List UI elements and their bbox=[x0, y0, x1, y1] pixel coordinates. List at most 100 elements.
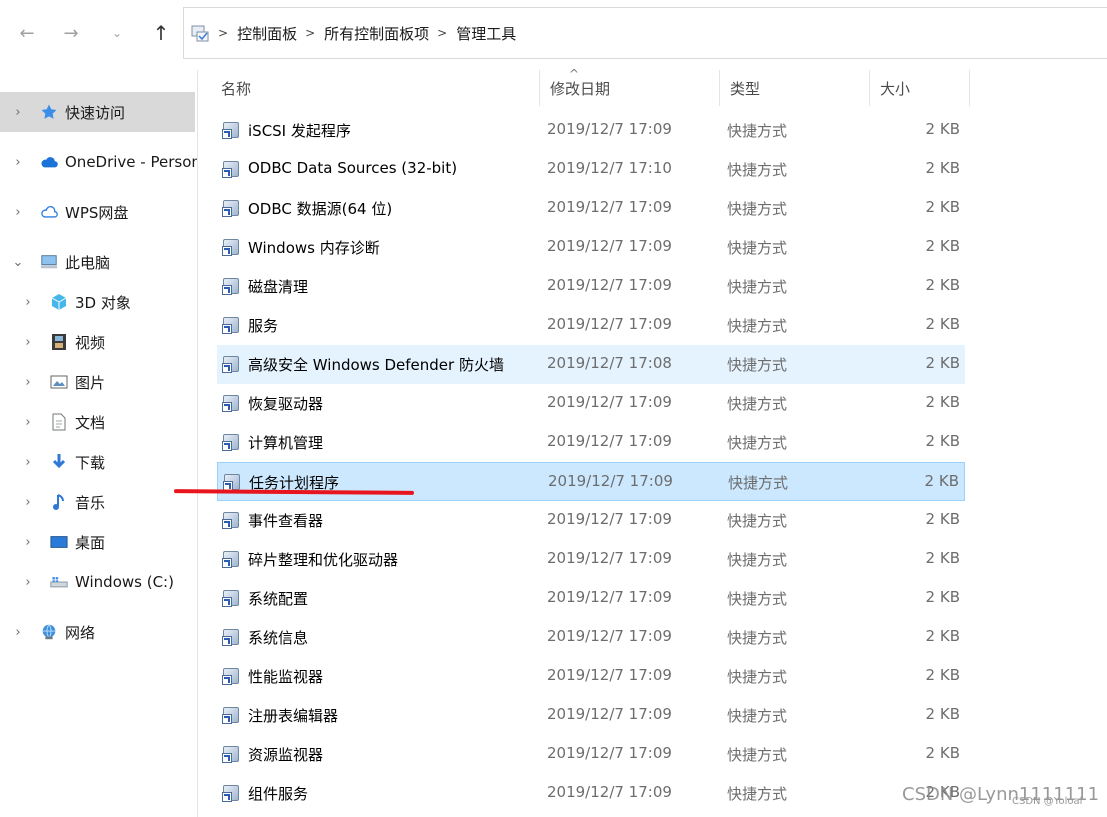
sidebar-item-label: 文档 bbox=[75, 413, 106, 432]
column-name-header[interactable]: 名称 bbox=[211, 70, 540, 106]
file-type: 快捷方式 bbox=[727, 278, 788, 296]
file-row[interactable]: 系统信息 2019/12/7 17:09 快捷方式 2 KB bbox=[217, 618, 965, 657]
sidebar-item[interactable]: › 下载 bbox=[0, 442, 195, 482]
file-name: 碎片整理和优化驱动器 bbox=[248, 551, 399, 569]
file-size: 2 KB bbox=[925, 276, 960, 294]
component-services-icon bbox=[222, 784, 240, 802]
up-button[interactable]: ↑ bbox=[148, 20, 174, 46]
file-row[interactable]: 注册表编辑器 2019/12/7 17:09 快捷方式 2 KB bbox=[217, 696, 965, 735]
chevron-right-icon[interactable]: › bbox=[21, 575, 35, 590]
file-row[interactable]: Windows 内存诊断 2019/12/7 17:09 快捷方式 2 KB bbox=[217, 228, 965, 267]
file-type: 快捷方式 bbox=[727, 200, 788, 218]
breadcrumb-separator-icon: > bbox=[218, 26, 229, 40]
file-row[interactable]: 资源监视器 2019/12/7 17:09 快捷方式 2 KB bbox=[217, 735, 965, 774]
sidebar-item[interactable]: › 桌面 bbox=[0, 522, 195, 562]
file-row[interactable]: ODBC Data Sources (32-bit) 2019/12/7 17:1… bbox=[217, 150, 965, 189]
chevron-right-icon[interactable]: › bbox=[11, 105, 25, 120]
breadcrumb-item[interactable]: 管理工具 bbox=[456, 23, 516, 44]
file-size: 2 KB bbox=[925, 393, 960, 411]
file-type: 快捷方式 bbox=[727, 629, 788, 647]
address-bar[interactable]: > 控制面板 > 所有控制面板项 > 管理工具 bbox=[183, 7, 1107, 59]
file-date: 2019/12/7 17:08 bbox=[547, 354, 672, 372]
sidebar-item[interactable]: › 文档 bbox=[0, 402, 195, 442]
file-row[interactable]: 计算机管理 2019/12/7 17:09 快捷方式 2 KB bbox=[217, 423, 965, 462]
chevron-right-icon[interactable]: › bbox=[21, 415, 35, 430]
recent-locations-button[interactable]: ⌄ bbox=[104, 20, 130, 46]
sidebar-item-label: 下载 bbox=[75, 453, 106, 472]
file-row[interactable]: 事件查看器 2019/12/7 17:09 快捷方式 2 KB bbox=[217, 501, 965, 540]
file-type: 快捷方式 bbox=[728, 474, 789, 492]
file-row[interactable]: 系统配置 2019/12/7 17:09 快捷方式 2 KB bbox=[217, 579, 965, 618]
system-info-icon bbox=[222, 628, 240, 646]
performance-monitor-icon bbox=[222, 667, 240, 685]
sidebar-item[interactable]: › 视频 bbox=[0, 322, 195, 362]
file-type: 快捷方式 bbox=[727, 434, 788, 452]
document-icon bbox=[50, 413, 68, 431]
memory-diagnostic-icon bbox=[222, 238, 240, 256]
sidebar-item[interactable]: › 快速访问 bbox=[0, 92, 195, 132]
chevron-right-icon[interactable]: › bbox=[21, 455, 35, 470]
file-type: 快捷方式 bbox=[727, 551, 788, 569]
film-icon bbox=[50, 333, 68, 351]
file-row[interactable]: 组件服务 2019/12/7 17:09 快捷方式 2 KB bbox=[217, 774, 965, 813]
forward-button[interactable]: → bbox=[58, 20, 84, 46]
file-name: iSCSI 发起程序 bbox=[248, 122, 351, 140]
column-type-header[interactable]: 类型 bbox=[720, 70, 870, 106]
file-row[interactable]: 恢复驱动器 2019/12/7 17:09 快捷方式 2 KB bbox=[217, 384, 965, 423]
file-date: 2019/12/7 17:09 bbox=[547, 549, 672, 567]
navigation-pane: › 快速访问 › OneDrive - Person › WPS网盘 ⌄ 此电脑 › 3D 对象 ›… bbox=[0, 70, 198, 817]
sidebar-item[interactable]: › 图片 bbox=[0, 362, 195, 402]
file-type: 快捷方式 bbox=[727, 161, 788, 179]
file-row[interactable]: iSCSI 发起程序 2019/12/7 17:09 快捷方式 2 KB bbox=[217, 111, 965, 150]
watermark-small: CSDN @Yoloal bbox=[1012, 796, 1083, 807]
file-name: 服务 bbox=[248, 317, 279, 335]
chevron-down-icon[interactable]: ⌄ bbox=[11, 255, 25, 270]
breadcrumb-item[interactable]: 所有控制面板项 bbox=[324, 23, 429, 44]
chevron-right-icon[interactable]: › bbox=[11, 625, 25, 640]
chevron-right-icon[interactable]: › bbox=[21, 375, 35, 390]
file-date: 2019/12/7 17:10 bbox=[547, 159, 672, 177]
file-size: 2 KB bbox=[925, 627, 960, 645]
file-size: 2 KB bbox=[925, 510, 960, 528]
sidebar-item[interactable]: › Windows (C:) bbox=[0, 562, 195, 602]
file-date: 2019/12/7 17:09 bbox=[547, 666, 672, 684]
sidebar-item[interactable]: › OneDrive - Person bbox=[0, 142, 197, 182]
music-icon bbox=[50, 493, 68, 511]
file-row[interactable]: 性能监视器 2019/12/7 17:09 快捷方式 2 KB bbox=[217, 657, 965, 696]
file-date: 2019/12/7 17:09 bbox=[547, 315, 672, 333]
column-date-header[interactable]: 修改日期 bbox=[540, 70, 720, 106]
file-row[interactable]: 服务 2019/12/7 17:09 快捷方式 2 KB bbox=[217, 306, 965, 345]
chevron-right-icon[interactable]: › bbox=[11, 205, 25, 220]
sidebar-item[interactable]: › WPS网盘 bbox=[0, 192, 195, 232]
column-label: 名称 bbox=[221, 79, 252, 98]
file-row[interactable]: ODBC 数据源(64 位) 2019/12/7 17:09 快捷方式 2 KB bbox=[217, 189, 965, 228]
file-row[interactable]: 磁盘清理 2019/12/7 17:09 快捷方式 2 KB bbox=[217, 267, 965, 306]
chevron-right-icon[interactable]: › bbox=[11, 155, 25, 170]
file-name: 系统信息 bbox=[248, 629, 309, 647]
file-row[interactable]: 任务计划程序 2019/12/7 17:09 快捷方式 2 KB bbox=[217, 462, 965, 501]
back-arrow-icon: ← bbox=[19, 22, 35, 44]
file-name: ODBC Data Sources (32-bit) bbox=[248, 159, 458, 177]
back-button[interactable]: ← bbox=[14, 20, 40, 46]
sidebar-item[interactable]: › 音乐 bbox=[0, 482, 195, 522]
file-row[interactable]: 碎片整理和优化驱动器 2019/12/7 17:09 快捷方式 2 KB bbox=[217, 540, 965, 579]
file-name: 系统配置 bbox=[248, 590, 309, 608]
column-size-header[interactable]: 大小 bbox=[870, 70, 970, 106]
file-row[interactable]: 高级安全 Windows Defender 防火墙 2019/12/7 17:08… bbox=[217, 345, 965, 384]
file-name: 事件查看器 bbox=[248, 512, 324, 530]
file-type: 快捷方式 bbox=[727, 746, 788, 764]
chevron-right-icon[interactable]: › bbox=[21, 295, 35, 310]
chevron-right-icon[interactable]: › bbox=[21, 335, 35, 350]
breadcrumb-item[interactable]: 控制面板 bbox=[237, 23, 297, 44]
file-date: 2019/12/7 17:09 bbox=[547, 627, 672, 645]
sidebar-item-label: 视频 bbox=[75, 333, 106, 352]
file-date: 2019/12/7 17:09 bbox=[547, 393, 672, 411]
sidebar-item-label: Windows (C:) bbox=[75, 573, 174, 591]
sidebar-item[interactable]: › 3D 对象 bbox=[0, 282, 195, 322]
column-label: 类型 bbox=[730, 79, 761, 98]
sidebar-item[interactable]: › 网络 bbox=[0, 612, 195, 652]
sidebar-item[interactable]: ⌄ 此电脑 bbox=[0, 242, 195, 282]
chevron-right-icon[interactable]: › bbox=[21, 535, 35, 550]
firewall-icon bbox=[222, 355, 240, 373]
chevron-right-icon[interactable]: › bbox=[21, 495, 35, 510]
